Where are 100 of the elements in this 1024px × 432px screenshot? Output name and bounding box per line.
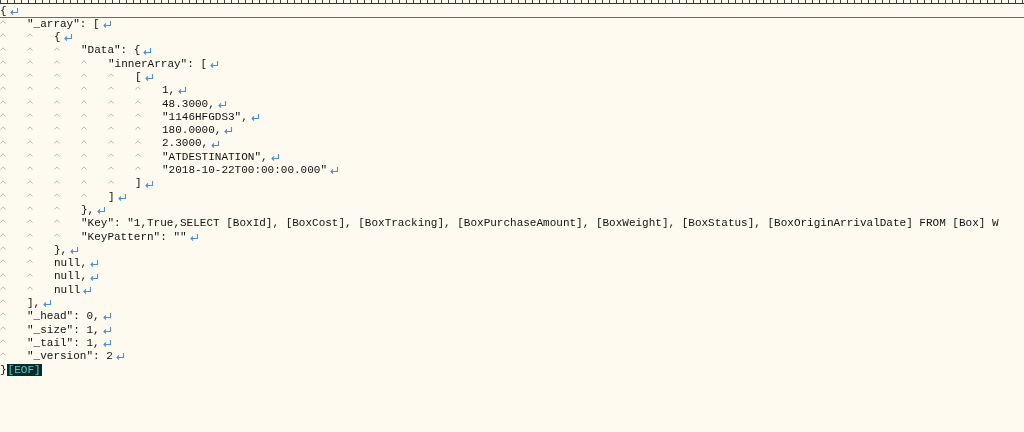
tab-mark-icon (0, 166, 6, 171)
tab-mark-icon (81, 139, 87, 144)
tab-mark-icon (27, 219, 33, 224)
code-text: "KeyPattern": "" (81, 230, 187, 244)
tab-mark-icon (27, 139, 33, 144)
tab-mark-icon (135, 126, 141, 131)
code-text: "_size": 1, (27, 323, 100, 337)
tab-mark-icon (54, 86, 60, 91)
eof-marker: [EOF] (6, 364, 42, 377)
tab-mark-icon (54, 59, 60, 64)
tab-mark-icon (0, 325, 6, 330)
tab-mark-icon (54, 152, 60, 157)
tab-mark-icon (81, 152, 87, 157)
tab-mark-icon (135, 99, 141, 104)
tab-mark-icon (108, 139, 114, 144)
tab-mark-icon (27, 33, 33, 38)
tab-mark-icon (54, 126, 60, 131)
tab-mark-icon (81, 99, 87, 104)
tab-mark-icon (135, 113, 141, 118)
code-text: 1, (162, 84, 176, 98)
tab-mark-icon (54, 166, 60, 171)
tab-mark-icon (108, 126, 114, 131)
tab-mark-icon (108, 86, 114, 91)
tab-mark-icon (54, 179, 60, 184)
code-text: }, (54, 243, 68, 258)
code-text: "Key": "1,True,SELECT [BoxId], [BoxCost], [BoxTracking], [BoxPurchaseAmount], [BoxWeight], [BoxStatus], [BoxOriginArrivalDate] FROM [Box] W (81, 217, 999, 231)
tab-mark-icon (81, 166, 87, 171)
tab-mark-icon (108, 152, 114, 157)
code-text: [ (135, 71, 142, 85)
code-text: { (0, 4, 7, 18)
tab-mark-icon (81, 73, 87, 78)
tab-mark-icon (54, 46, 60, 51)
tab-mark-icon (0, 99, 6, 104)
tab-mark-icon (81, 179, 87, 184)
tab-mark-icon (135, 139, 141, 144)
tab-mark-icon (0, 272, 6, 277)
tab-mark-icon (54, 113, 60, 118)
tab-mark-icon (108, 99, 114, 104)
tab-mark-icon (54, 192, 60, 197)
tab-mark-icon (0, 46, 6, 51)
tab-mark-icon (81, 113, 87, 118)
code-text: ] (135, 177, 142, 191)
code-text: null (54, 283, 81, 298)
tab-mark-icon (0, 73, 6, 78)
code-text: } (0, 363, 7, 377)
tab-mark-icon (27, 179, 33, 184)
text-editor[interactable] (0, 0, 1024, 432)
tab-mark-icon (27, 272, 33, 277)
tab-mark-icon (0, 33, 6, 38)
tab-mark-icon (81, 86, 87, 91)
tab-mark-icon (27, 192, 33, 197)
tab-mark-icon (54, 219, 60, 224)
tab-mark-icon (135, 86, 141, 91)
tab-mark-icon (0, 352, 6, 357)
code-text: }, (81, 203, 95, 218)
code-text: null, (54, 270, 87, 284)
code-text: null, (54, 257, 87, 271)
tab-mark-icon (27, 259, 33, 264)
code-text: ] (108, 190, 115, 204)
tab-mark-icon (108, 113, 114, 118)
tab-mark-icon (0, 192, 6, 197)
code-text: "_head": 0, (27, 310, 100, 324)
tab-mark-icon (0, 59, 6, 64)
tab-mark-icon (27, 99, 33, 104)
tab-mark-icon (27, 73, 33, 78)
tab-mark-icon (0, 152, 6, 157)
tab-mark-icon (0, 179, 6, 184)
tab-mark-icon (27, 206, 33, 211)
tab-mark-icon (27, 113, 33, 118)
tab-mark-icon (0, 126, 6, 131)
tab-mark-icon (0, 113, 6, 118)
tab-mark-icon (27, 166, 33, 171)
tab-mark-icon (54, 139, 60, 144)
tab-mark-icon (54, 99, 60, 104)
tab-mark-icon (27, 232, 33, 237)
tab-mark-icon (0, 206, 6, 211)
code-text: "1146HFGDS3", (162, 110, 248, 125)
tab-mark-icon (0, 285, 6, 290)
tab-mark-icon (0, 299, 6, 304)
code-text: "Data": { (81, 44, 141, 58)
tab-mark-icon (108, 73, 114, 78)
tab-mark-icon (0, 19, 6, 24)
tab-mark-icon (0, 339, 6, 344)
tab-mark-icon (135, 152, 141, 157)
tab-mark-icon (27, 285, 33, 290)
tab-mark-icon (54, 73, 60, 78)
tab-mark-icon (108, 166, 114, 171)
tab-mark-icon (27, 126, 33, 131)
code-text: "_array": [ (27, 17, 100, 32)
tab-mark-icon (0, 139, 6, 144)
code-text: { (54, 31, 61, 45)
tab-mark-icon (81, 192, 87, 197)
code-text: "innerArray": [ (108, 57, 208, 71)
tab-mark-icon (135, 166, 141, 171)
code-text: "ATDESTINATION", (162, 150, 268, 165)
tab-mark-icon (81, 126, 87, 131)
tab-mark-icon (54, 232, 60, 237)
tab-mark-icon (108, 179, 114, 184)
tab-mark-icon (27, 46, 33, 51)
tab-mark-icon (27, 86, 33, 91)
